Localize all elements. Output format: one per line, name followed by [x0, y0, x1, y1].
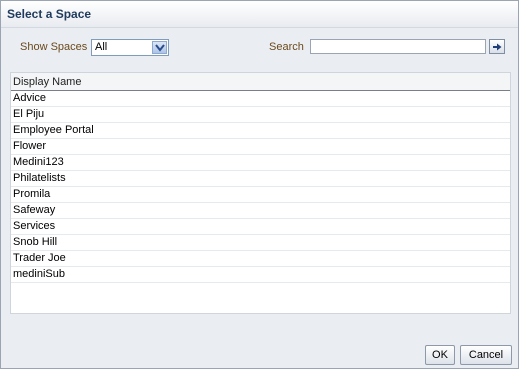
row-label: Promila — [13, 188, 51, 200]
cancel-button[interactable]: Cancel — [460, 345, 512, 365]
show-spaces-select[interactable]: All — [91, 39, 169, 56]
select-space-dialog: Select a Space Show Spaces All Search Di… — [0, 0, 519, 369]
row-label: Snob Hill — [13, 236, 58, 248]
row-label: Safeway — [13, 204, 56, 216]
table-row[interactable]: El Piju — [11, 107, 510, 123]
row-label: Services — [13, 220, 56, 232]
table-row[interactable]: Trader Joe — [11, 251, 510, 267]
row-label: Philatelists — [13, 172, 66, 184]
row-label: Employee Portal — [13, 124, 94, 136]
row-label: mediniSub — [13, 268, 65, 280]
chevron-down-icon[interactable] — [152, 41, 167, 54]
table-row[interactable]: Philatelists — [11, 171, 510, 187]
table-row[interactable]: Safeway — [11, 203, 510, 219]
row-label: Advice — [13, 92, 47, 104]
search-label: Search — [269, 41, 304, 53]
row-label: El Piju — [13, 108, 45, 120]
show-spaces-value: All — [95, 41, 108, 53]
row-label: Medini123 — [13, 156, 64, 168]
row-label: Flower — [13, 140, 47, 152]
table-header[interactable]: Display Name — [11, 73, 510, 91]
row-label: Trader Joe — [13, 252, 66, 264]
dialog-title: Select a Space — [7, 7, 92, 21]
table-row[interactable]: Flower — [11, 139, 510, 155]
table-row[interactable]: Promila — [11, 187, 510, 203]
column-header-display-name[interactable]: Display Name — [13, 76, 81, 88]
table-row[interactable]: Snob Hill — [11, 235, 510, 251]
ok-button[interactable]: OK — [425, 345, 455, 365]
show-spaces-label: Show Spaces — [20, 41, 88, 53]
dialog-title-bar: Select a Space — [1, 1, 518, 28]
search-go-button[interactable] — [489, 39, 505, 54]
table-row[interactable]: mediniSub — [11, 267, 510, 283]
table-row[interactable]: Services — [11, 219, 510, 235]
table-row[interactable]: Employee Portal — [11, 123, 510, 139]
table-body: Advice El Piju Employee Portal Flower Me… — [11, 91, 510, 283]
spaces-table: Display Name Advice El Piju Employee Por… — [10, 72, 511, 314]
table-row[interactable]: Medini123 — [11, 155, 510, 171]
table-row[interactable]: Advice — [11, 91, 510, 107]
search-input[interactable] — [310, 39, 486, 54]
